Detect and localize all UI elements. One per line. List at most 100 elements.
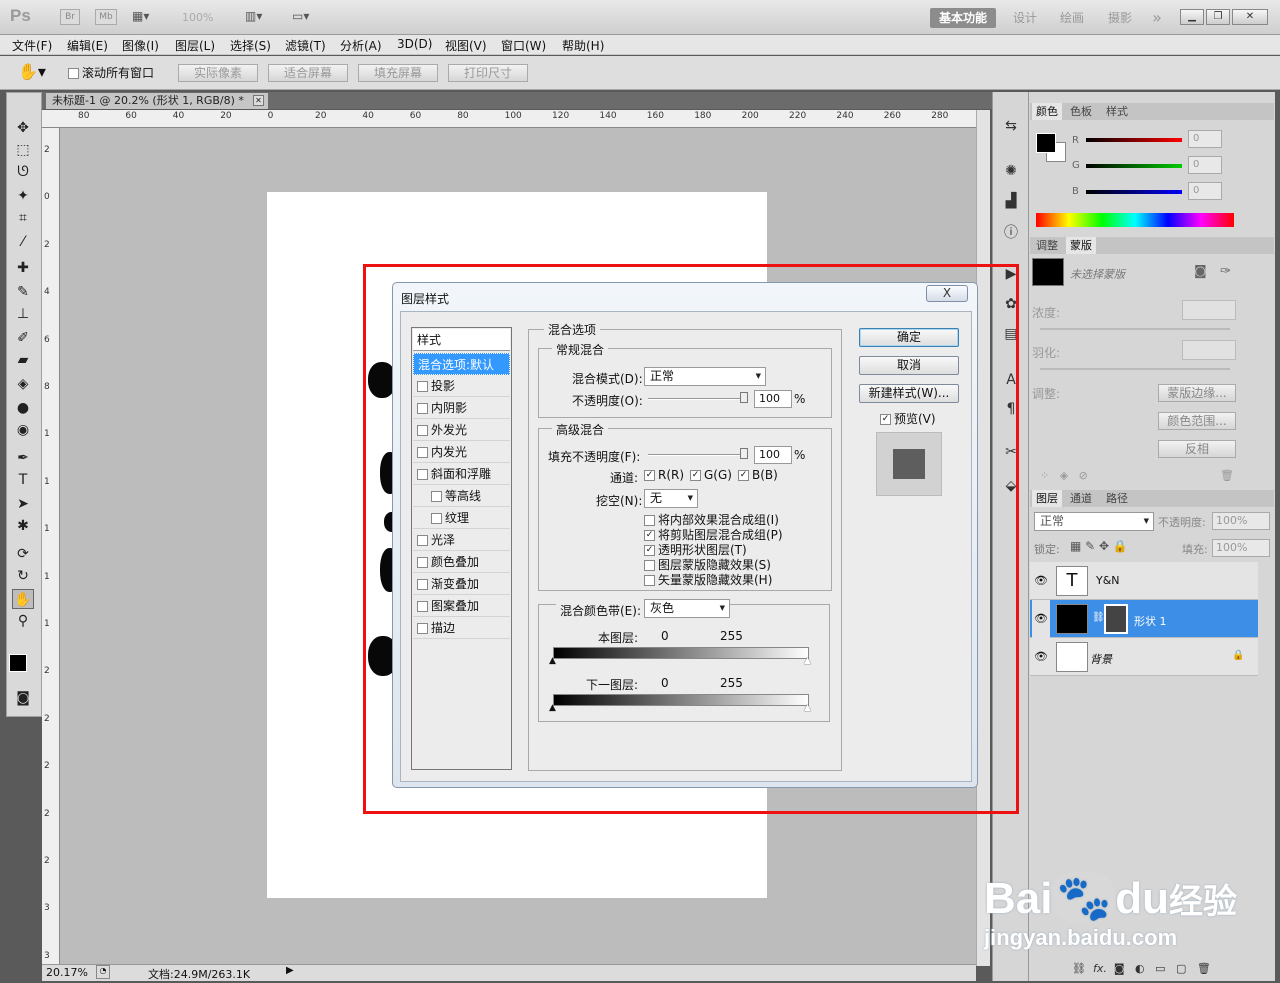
status-info-icon[interactable]: ◔ — [96, 965, 110, 979]
menu-analysis[interactable]: 分析(A) — [340, 37, 382, 54]
workspace-design[interactable]: 设计 — [1010, 8, 1040, 28]
path-select-icon[interactable]: ➤ — [12, 494, 34, 514]
minimize-button[interactable]: ▁ — [1180, 9, 1204, 25]
info-panel-icon[interactable]: ⓘ — [1000, 222, 1022, 242]
layers-bottom-bar[interactable]: ⛓ fx. ◙ ◐ ▭ ▢ 🗑 — [1072, 962, 1211, 975]
history-brush-icon[interactable]: ✐ — [12, 328, 34, 348]
tab-masks[interactable]: 蒙版 — [1066, 237, 1096, 254]
move-tool-icon[interactable]: ✥ — [12, 118, 34, 138]
workspace-essentials[interactable]: 基本功能 — [930, 8, 996, 28]
panel-foreground-swatch[interactable] — [1036, 133, 1056, 153]
invert-button[interactable]: 反相 — [1158, 440, 1236, 458]
more-workspaces-icon[interactable]: » — [1148, 8, 1166, 28]
3d-rotate-icon[interactable]: ⟳ — [12, 544, 34, 564]
close-tab-icon[interactable]: ✕ — [253, 95, 264, 106]
tab-color[interactable]: 颜色 — [1032, 103, 1062, 120]
layer-name[interactable]: Y&N — [1096, 574, 1120, 587]
delete-mask-icon[interactable]: 🗑 — [1220, 469, 1234, 482]
layer-blend-mode[interactable]: 正常 — [1034, 512, 1154, 531]
menu-3d[interactable]: 3D(D) — [397, 37, 432, 51]
lasso-tool-icon[interactable]: ᘎ — [12, 162, 34, 182]
red-value[interactable]: 0 — [1188, 130, 1222, 148]
quick-select-tool-icon[interactable]: ✦ — [12, 186, 34, 206]
marquee-tool-icon[interactable]: ⬚ — [12, 140, 34, 160]
tab-layers[interactable]: 图层 — [1032, 490, 1062, 507]
pixel-mask-icon[interactable]: ◙ — [1194, 264, 1207, 279]
restore-button[interactable]: ❐ — [1206, 9, 1230, 25]
status-menu-arrow-icon[interactable]: ▶ — [286, 965, 294, 976]
vector-mask-thumb[interactable] — [1104, 604, 1128, 634]
eraser-tool-icon[interactable]: ▰ — [12, 350, 34, 370]
density-field[interactable] — [1182, 300, 1236, 320]
arrange-documents-icon[interactable]: ▥▾ — [245, 9, 262, 23]
menu-view[interactable]: 视图(V) — [445, 37, 487, 54]
layer-opacity-field[interactable]: 100% — [1212, 512, 1270, 530]
green-value[interactable]: 0 — [1188, 156, 1222, 174]
tab-paths[interactable]: 路径 — [1102, 490, 1132, 507]
mini-bridge-button[interactable]: Mb — [95, 9, 117, 25]
menu-layer[interactable]: 图层(L) — [175, 37, 215, 54]
density-slider[interactable] — [1040, 328, 1230, 330]
blue-slider[interactable] — [1086, 190, 1182, 194]
print-size-button[interactable]: 打印尺寸 — [448, 64, 528, 82]
color-spectrum-ramp[interactable] — [1036, 213, 1234, 227]
brush-tool-icon[interactable]: ✎ — [12, 282, 34, 302]
vector-mask-icon[interactable]: ✑ — [1220, 264, 1231, 279]
eye-icon[interactable]: 👁 — [1032, 562, 1050, 600]
tab-channels[interactable]: 通道 — [1066, 490, 1096, 507]
color-range-button[interactable]: 颜色范围... — [1158, 412, 1236, 430]
type-tool-icon[interactable]: T — [12, 470, 34, 490]
mask-bottom-icons[interactable]: ⁘ ◈ ⊘ — [1040, 469, 1088, 482]
screen-mode-icon[interactable]: ▭▾ — [292, 9, 309, 23]
zoom-level-dropdown[interactable]: 100% — [182, 11, 213, 24]
tab-swatches[interactable]: 色板 — [1066, 103, 1096, 120]
paint-bucket-icon[interactable]: ◈ — [12, 374, 34, 394]
layer-name[interactable]: 形状 1 — [1134, 613, 1167, 629]
actual-pixels-button[interactable]: 实际像素 — [178, 64, 258, 82]
eye-icon[interactable]: 👁 — [1032, 638, 1050, 676]
crop-tool-icon[interactable]: ⌗ — [12, 208, 34, 228]
feather-slider[interactable] — [1040, 368, 1230, 370]
quick-mask-icon[interactable]: ◙ — [12, 688, 34, 708]
menu-edit[interactable]: 编辑(E) — [67, 37, 108, 54]
menu-image[interactable]: 图像(I) — [122, 37, 159, 54]
green-slider[interactable] — [1086, 164, 1182, 168]
foreground-color-swatch[interactable] — [9, 654, 27, 672]
feather-field[interactable] — [1182, 340, 1236, 360]
workspace-painting[interactable]: 绘画 — [1057, 8, 1087, 28]
healing-brush-icon[interactable]: ✚ — [12, 258, 34, 278]
3d-orbit-icon[interactable]: ↻ — [12, 566, 34, 586]
view-extras-dropdown[interactable]: ▦▾ — [132, 9, 164, 25]
histogram-panel-icon[interactable]: ▟ — [1000, 193, 1022, 213]
tab-styles[interactable]: 样式 — [1102, 103, 1132, 120]
zoom-tool-icon[interactable]: ⚲ — [12, 611, 34, 631]
layer-name[interactable]: 背景 — [1090, 651, 1112, 667]
scroll-all-windows-checkbox[interactable]: 滚动所有窗口 — [68, 64, 154, 81]
hand-tool-icon[interactable]: ✋ — [12, 589, 34, 609]
fx-icon[interactable]: fx. — [1093, 962, 1107, 975]
workspace-photography[interactable]: 摄影 — [1105, 8, 1135, 28]
blur-tool-icon[interactable]: ● — [12, 398, 34, 418]
close-window-button[interactable]: ✕ — [1232, 9, 1268, 25]
fill-screen-button[interactable]: 填充屏幕 — [358, 64, 438, 82]
hand-tool-preset-icon[interactable]: ✋▾ — [18, 62, 46, 81]
history-panel-icon[interactable]: ⇆ — [1000, 118, 1022, 138]
blue-value[interactable]: 0 — [1188, 182, 1222, 200]
bridge-button[interactable]: Br — [60, 9, 80, 25]
menu-window[interactable]: 窗口(W) — [501, 37, 546, 54]
mask-edge-button[interactable]: 蒙版边缘... — [1158, 384, 1236, 402]
clone-stamp-icon[interactable]: ⊥ — [12, 304, 34, 324]
tab-adjustments[interactable]: 调整 — [1032, 237, 1062, 254]
menu-select[interactable]: 选择(S) — [230, 37, 271, 54]
fit-screen-button[interactable]: 适合屏幕 — [268, 64, 348, 82]
navigator-panel-icon[interactable]: ✺ — [1000, 163, 1022, 183]
document-tab[interactable]: 未标题-1 @ 20.2% (形状 1, RGB/8) * ✕ — [46, 93, 268, 109]
menu-filter[interactable]: 滤镜(T) — [285, 37, 326, 54]
zoom-readout[interactable]: 20.17% — [46, 966, 88, 979]
menu-help[interactable]: 帮助(H) — [562, 37, 604, 54]
pen-tool-icon[interactable]: ✒ — [12, 448, 34, 468]
lock-icons[interactable]: ▦ ✎ ✥ 🔒 — [1070, 539, 1128, 553]
eyedropper-tool-icon[interactable]: ⁄ — [12, 232, 34, 252]
dodge-tool-icon[interactable]: ◉ — [12, 420, 34, 440]
red-slider[interactable] — [1086, 138, 1182, 142]
